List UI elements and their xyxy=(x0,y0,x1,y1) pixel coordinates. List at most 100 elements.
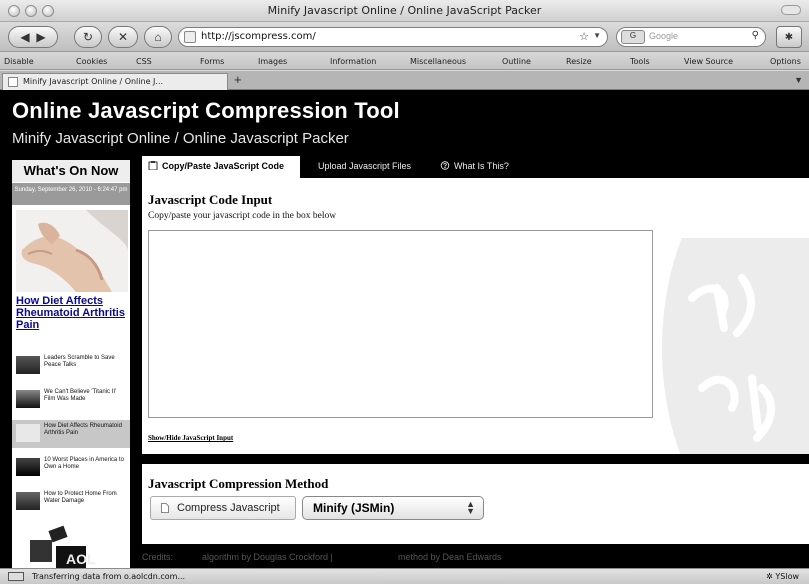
feature-image[interactable] xyxy=(16,210,128,292)
search-input[interactable]: Google xyxy=(649,31,678,41)
javascript-code-textarea[interactable] xyxy=(148,230,653,418)
input-heading: Javascript Code Input xyxy=(148,192,273,207)
dev-outline[interactable]: Outline xyxy=(502,57,531,66)
select-updown-icon: ▲ ▼ xyxy=(466,499,475,516)
feature-story-link[interactable]: How Diet Affects Rheumatoid Arthritis Pa… xyxy=(16,295,128,331)
dev-miscellaneous[interactable]: Miscellaneous xyxy=(410,57,466,66)
dev-forms[interactable]: Forms xyxy=(200,57,224,66)
story-text: How to Protect Home From Water Damage xyxy=(44,491,117,504)
tab-favicon-icon xyxy=(8,77,18,87)
bookmark-star-icon[interactable]: ☆ xyxy=(579,30,589,43)
input-description: Copy/paste your javascript code in the b… xyxy=(148,211,337,221)
compression-method-select[interactable]: Minify (JSMin) ▲ ▼ xyxy=(302,496,484,520)
story-text: 10 Worst Places in America to Own a Home xyxy=(44,457,124,470)
back-forward-buttons[interactable]: ◀ ▶ xyxy=(8,26,58,48)
dev-resize[interactable]: Resize xyxy=(566,57,592,66)
story-text: We Can't Believe 'Titanic II' Film Was M… xyxy=(44,389,117,402)
compress-javascript-button[interactable]: Compress Javascript xyxy=(150,496,296,520)
story-thumbnail xyxy=(16,458,40,476)
main-panel: Copy/Paste JavaScript Code Upload Javasc… xyxy=(140,156,809,568)
dev-disable[interactable]: Disable xyxy=(4,57,34,66)
stop-button[interactable]: ✕ xyxy=(108,26,138,48)
dev-view-source[interactable]: View Source xyxy=(684,57,733,66)
dev-tools[interactable]: Tools xyxy=(630,57,650,66)
site-title: Online Javascript Compression Tool xyxy=(12,98,400,123)
search-engine-selector[interactable]: G xyxy=(621,30,645,44)
addon-button[interactable]: ✱ xyxy=(776,26,802,48)
browser-tab[interactable]: Minify Javascript Online / Online J... xyxy=(2,73,228,90)
aol-promo-image[interactable]: AOL xyxy=(20,524,100,568)
history-dropdown-icon[interactable]: ▼ xyxy=(593,31,601,40)
reload-icon: ↻ xyxy=(82,30,94,44)
status-page-icon xyxy=(8,572,24,581)
window-title: Minify Javascript Online / Online JavaSc… xyxy=(267,4,542,17)
site-subtitle: Minify Javascript Online / Online Javasc… xyxy=(12,130,349,147)
dev-options[interactable]: Options xyxy=(770,57,801,66)
toolbar-toggle-button[interactable] xyxy=(781,5,801,15)
story-text: Leaders Scramble to Save Peace Talks xyxy=(44,355,115,368)
yslow-label: YSlow xyxy=(775,572,799,581)
story-thumbnail xyxy=(16,492,40,510)
credits-label: Credits: xyxy=(142,552,174,562)
story-item[interactable]: We Can't Believe 'Titanic II' Film Was M… xyxy=(12,386,130,414)
show-hide-input-link[interactable]: Show/Hide JavaScript Input xyxy=(148,434,233,442)
home-button[interactable]: ⌂ xyxy=(144,26,172,48)
gear-icon: ✲ xyxy=(766,572,773,581)
help-icon xyxy=(440,161,450,170)
yslow-button[interactable]: ✲ YSlow xyxy=(766,572,799,581)
tab-what-is-this[interactable]: What Is This? xyxy=(440,156,509,178)
gear-icon: ✱ xyxy=(784,31,794,43)
reload-button[interactable]: ↻ xyxy=(74,26,102,48)
document-icon xyxy=(161,503,169,513)
home-icon: ⌂ xyxy=(154,30,162,44)
navigation-toolbar: ◀ ▶ ↻ ✕ ⌂ http://jscompress.com/ ☆ ▼ G G… xyxy=(0,22,809,52)
story-item[interactable]: 10 Worst Places in America to Own a Home xyxy=(12,454,130,482)
dev-cookies[interactable]: Cookies xyxy=(76,57,107,66)
widget-date: Sunday, September 26, 2010 - 6:24:47 pm xyxy=(12,183,130,205)
browser-tab-label: Minify Javascript Online / Online J... xyxy=(23,77,164,86)
dev-css[interactable]: CSS xyxy=(136,57,152,66)
back-icon[interactable]: ◀ xyxy=(20,30,29,44)
story-thumbnail xyxy=(16,356,40,374)
tab-upload-label: Upload Javascript Files xyxy=(318,161,412,171)
tab-list-dropdown-icon[interactable]: ▼ xyxy=(794,75,803,85)
dev-information[interactable]: Information xyxy=(330,57,376,66)
search-icon[interactable]: ⚲ xyxy=(752,30,759,41)
tool-tabs: Copy/Paste JavaScript Code Upload Javasc… xyxy=(140,156,809,178)
story-item[interactable]: How to Protect Home From Water Damage xyxy=(12,488,130,516)
site-favicon-icon xyxy=(184,31,196,43)
web-page: Online Javascript Compression Tool Minif… xyxy=(0,90,809,568)
story-thumbnail xyxy=(16,424,40,442)
tab-copy-paste[interactable]: Copy/Paste JavaScript Code xyxy=(142,156,300,178)
tab-what-is-this-label: What Is This? xyxy=(454,161,509,171)
stop-icon: ✕ xyxy=(117,30,129,44)
new-tab-button[interactable]: + xyxy=(234,72,242,87)
selected-method: Minify (JSMin) xyxy=(313,501,395,515)
credit-algorithm[interactable]: algorithm by Douglas Crockford | xyxy=(202,552,333,562)
method-heading: Javascript Compression Method xyxy=(148,476,329,491)
window-titlebar: Minify Javascript Online / Online JavaSc… xyxy=(0,0,809,22)
compression-method-panel: Javascript Compression Method Compress J… xyxy=(142,464,809,544)
status-text: Transferring data from o.aolcdn.com... xyxy=(32,572,186,581)
search-bar[interactable]: G Google ⚲ xyxy=(616,27,766,47)
credit-method[interactable]: method by Dean Edwards xyxy=(398,552,502,562)
address-bar[interactable]: http://jscompress.com/ ☆ ▼ xyxy=(178,27,608,47)
credits: Credits: algorithm by Douglas Crockford … xyxy=(140,548,809,568)
story-item[interactable]: How Diet Affects Rheumatoid Arthritis Pa… xyxy=(12,420,130,448)
clipboard-icon xyxy=(148,161,158,170)
story-item[interactable]: Leaders Scramble to Save Peace Talks xyxy=(12,352,130,380)
tab-upload[interactable]: Upload Javascript Files xyxy=(318,156,411,178)
tab-copy-paste-label: Copy/Paste JavaScript Code xyxy=(162,161,285,171)
compress-button-label: Compress Javascript xyxy=(177,502,280,514)
whats-on-now-widget: What's On Now Sunday, September 26, 2010… xyxy=(12,160,130,568)
forward-icon[interactable]: ▶ xyxy=(36,30,45,44)
aol-logo-text: AOL xyxy=(66,551,96,567)
story-thumbnail xyxy=(16,390,40,408)
widget-heading: What's On Now xyxy=(12,160,130,182)
story-text: How Diet Affects Rheumatoid Arthritis Pa… xyxy=(44,423,122,436)
decorative-watermark xyxy=(662,238,809,454)
url-text[interactable]: http://jscompress.com/ xyxy=(201,31,316,42)
status-bar: Transferring data from o.aolcdn.com... ✲… xyxy=(0,568,809,584)
web-developer-toolbar: Disable Cookies CSS Forms Images Informa… xyxy=(0,53,809,70)
dev-images[interactable]: Images xyxy=(258,57,287,66)
